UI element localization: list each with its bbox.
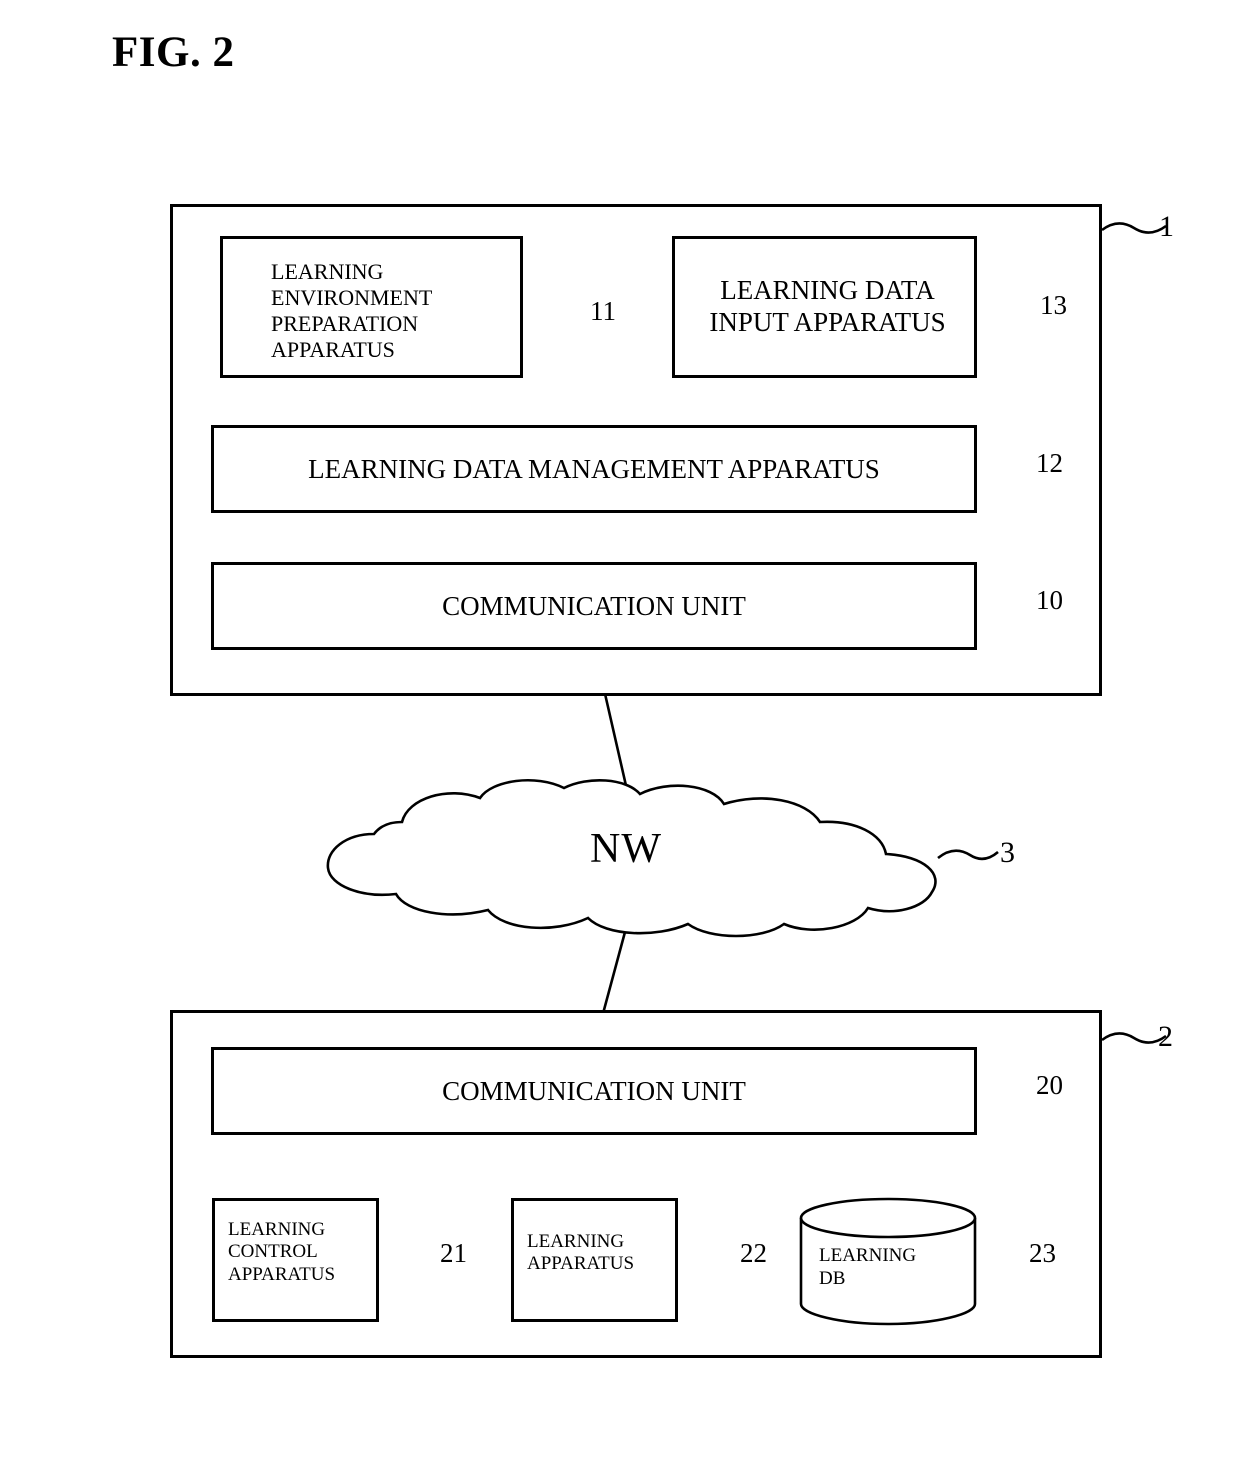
learning-environment-preparation-apparatus-box[interactable]: LEARNING ENVIRONMENT PREPARATION APPARAT… [220, 236, 523, 378]
figure-title: FIG. 2 [112, 29, 235, 76]
learning-control-apparatus-label: LEARNING CONTROL APPARATUS [228, 1219, 336, 1285]
reference-numeral-11: 11 [590, 296, 616, 326]
learning-environment-preparation-apparatus-label: LEARNING ENVIRONMENT PREPARATION APPARAT… [271, 259, 433, 362]
server-communication-unit-box[interactable]: COMMUNICATION UNIT [211, 1047, 977, 1135]
reference-numeral-3: 3 [1000, 836, 1015, 869]
reference-numeral-1: 1 [1159, 210, 1174, 243]
reference-numeral-20: 20 [1036, 1070, 1063, 1100]
reference-numeral-2: 2 [1158, 1020, 1173, 1053]
server-communication-unit-label: COMMUNICATION UNIT [442, 1076, 746, 1106]
learning-data-input-apparatus-box[interactable]: LEARNING DATA INPUT APPARATUS [672, 236, 977, 378]
learning-db-label: LEARNING DB [819, 1245, 917, 1290]
network-cloud: NW [296, 778, 956, 940]
learning-apparatus-box[interactable]: LEARNING APPARATUS [511, 1198, 678, 1322]
network-cloud-label: NW [590, 826, 662, 872]
learning-data-management-apparatus-box[interactable]: LEARNING DATA MANAGEMENT APPARATUS [211, 425, 977, 513]
learning-control-apparatus-box[interactable]: LEARNING CONTROL APPARATUS [212, 1198, 379, 1322]
reference-numeral-12: 12 [1036, 448, 1063, 478]
client-communication-unit-box[interactable]: COMMUNICATION UNIT [211, 562, 977, 650]
learning-data-input-apparatus-label: LEARNING DATA INPUT APPARATUS [709, 275, 946, 337]
reference-numeral-23: 23 [1029, 1238, 1056, 1268]
figure-canvas: FIG. 2 LEARNING ENVIRONMENT PREPARATION … [0, 0, 1240, 1464]
reference-numeral-21: 21 [440, 1238, 467, 1268]
reference-numeral-13: 13 [1040, 290, 1067, 320]
reference-numeral-22: 22 [740, 1238, 767, 1268]
reference-numeral-10: 10 [1036, 585, 1063, 615]
learning-apparatus-label: LEARNING APPARATUS [527, 1231, 635, 1275]
learning-data-management-apparatus-label: LEARNING DATA MANAGEMENT APPARATUS [308, 454, 880, 484]
learning-db-cylinder[interactable]: LEARNING DB [793, 1196, 983, 1326]
client-communication-unit-label: COMMUNICATION UNIT [442, 591, 746, 621]
